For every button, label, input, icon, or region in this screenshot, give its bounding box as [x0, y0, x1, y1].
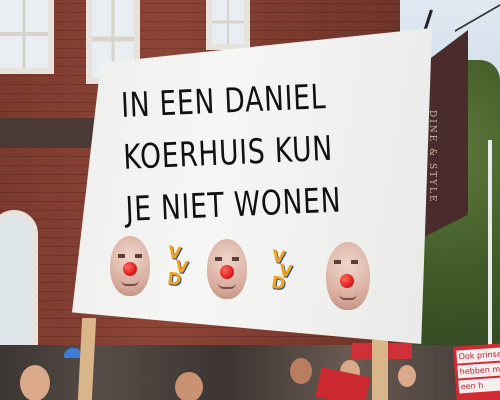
mouth — [218, 283, 236, 289]
photo-scene: DINE & STYLE IN EEN DANIEL KOERHUIS KUN … — [0, 0, 500, 400]
protester-head — [175, 372, 203, 400]
red-sign-line: hebben m — [457, 362, 500, 379]
arched-window — [0, 210, 38, 360]
protest-sign-text: IN EEN DANIEL KOERHUIS KUN JE NIET WONEN — [120, 68, 397, 236]
protester-head — [290, 358, 312, 384]
clown-nose — [220, 265, 234, 279]
sign-stick — [372, 340, 388, 400]
sign-line: JE NIET WONEN — [124, 180, 343, 230]
mouth — [121, 280, 139, 286]
mouth — [339, 294, 357, 300]
clown-nose-face — [110, 236, 150, 296]
building-window — [206, 0, 250, 50]
clown-nose-face — [326, 242, 370, 310]
clown-nose — [123, 262, 137, 276]
clown-nose — [340, 274, 354, 288]
building-cornice — [0, 118, 100, 148]
protester-head — [20, 365, 50, 400]
red-sign-line: een h — [458, 377, 500, 394]
protester-head — [398, 365, 416, 387]
sign-line: KOERHUIS KUN — [122, 128, 334, 178]
building-window — [0, 0, 54, 74]
overhead-wires — [455, 0, 500, 40]
red-sign-line: Ook prinsen — [456, 347, 500, 364]
red-protest-sign: Ook prinsen hebben m een h — [452, 343, 500, 400]
sign-line: IN EEN DANIEL — [120, 77, 328, 126]
clown-nose-face — [207, 239, 247, 299]
